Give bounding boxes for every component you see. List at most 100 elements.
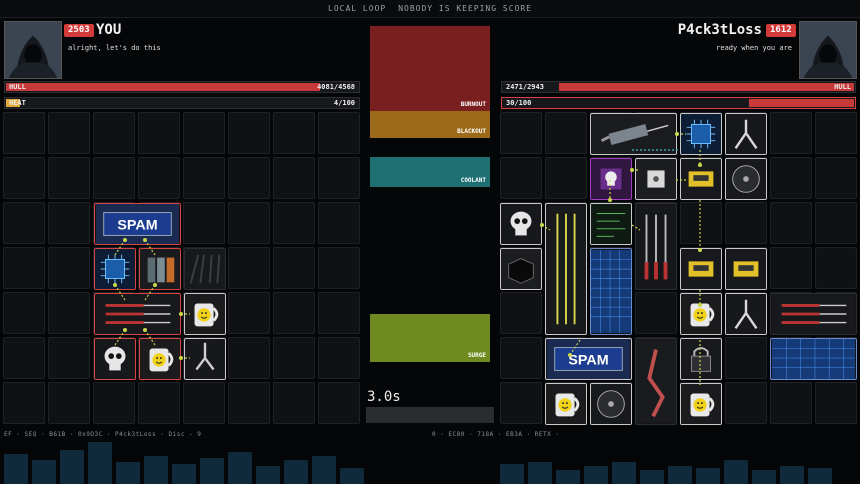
spam-item: SPAM [545,338,632,380]
player-heat-bar: HEAT 4/100 [4,97,360,109]
grid-slot[interactable] [183,112,225,154]
grid-slot[interactable] [48,112,90,154]
grid-slot [635,292,677,334]
grid-slot [815,112,857,154]
player-quote: alright, let's do this [68,44,161,52]
disc-icon [726,159,766,199]
smiley-mug-item [680,293,722,335]
grid-slot[interactable] [48,202,90,244]
grid-slot[interactable] [3,247,45,289]
spam-label: SPAM [117,218,157,234]
grid-slot[interactable] [138,157,180,199]
grid-slot[interactable] [3,292,45,334]
player-hull-bar: HULL 4081/4568 [4,81,360,93]
grid-slot [725,337,767,379]
skull-chip-icon [591,159,631,199]
screwdriver-set-icon [96,294,179,334]
timer-bar [366,407,494,423]
screwdriver-set-icon [772,294,855,334]
black-box-icon [501,249,541,289]
cassette-icon [681,159,721,199]
pliers-icon [726,294,766,334]
mode-label: LOCAL LOOP [328,4,387,13]
grid-slot [500,337,542,379]
burnout-label: BURNOUT [460,101,486,108]
screwdriver-set-item[interactable] [94,293,181,335]
player-heat-value: 4/100 [333,99,355,107]
player-score-badge: 2503 [64,24,94,37]
smiley-mug-icon [546,384,586,424]
screwdriver-rack-icon [636,205,676,288]
opponent-heat-value: 30/100 [506,99,532,107]
grabber-claw-item[interactable] [184,338,226,380]
grid-slot[interactable] [273,202,315,244]
battery-pack-item[interactable] [139,248,181,290]
grid-slot[interactable] [228,157,270,199]
smiley-mug-icon [140,339,180,379]
grid-slot[interactable] [48,247,90,289]
grid-slot[interactable] [273,292,315,334]
grid-slot[interactable] [273,247,315,289]
grid-slot [770,247,812,289]
spam-item[interactable]: SPAM [94,203,181,245]
grid-slot[interactable] [183,202,225,244]
grid-slot[interactable] [318,247,360,289]
grid-slot [770,157,812,199]
grid-slot[interactable] [3,157,45,199]
grid-slot[interactable] [48,337,90,379]
smiley-mug-icon [681,384,721,424]
grid-slot[interactable] [183,157,225,199]
grid-slot[interactable] [3,112,45,154]
grid-slot[interactable] [318,157,360,199]
grid-slot[interactable] [3,382,45,424]
grid-slot[interactable] [93,157,135,199]
grid-slot[interactable] [228,337,270,379]
cpu-chip-item[interactable] [94,248,136,290]
rod-bundle-icon [546,206,586,332]
grid-slot[interactable] [3,337,45,379]
skull-item[interactable] [94,338,136,380]
smiley-mug-item [680,383,722,425]
grid-slot[interactable] [228,292,270,334]
opponent-heat-bar: 30/100 [501,97,856,109]
grid-slot[interactable] [318,382,360,424]
grid-slot[interactable] [183,382,225,424]
grid-slot[interactable] [48,292,90,334]
grid-slot[interactable] [318,112,360,154]
opponent-quote: ready when you are [716,44,792,52]
grid-slot[interactable] [273,337,315,379]
blackout-zone: BLACKOUT [370,111,490,138]
grid-slot[interactable] [138,112,180,154]
grid-slot [500,157,542,199]
round-timer: 3.0s [367,389,401,405]
grid-slot[interactable] [3,202,45,244]
grid-slot[interactable] [318,292,360,334]
grid-slot [815,247,857,289]
player-hull-label: HULL [9,83,26,91]
grid-slot[interactable] [48,382,90,424]
grid-slot [545,157,587,199]
grid-slot[interactable] [93,382,135,424]
player-backpack-grid[interactable] [3,112,360,424]
grid-slot[interactable] [93,112,135,154]
grid-slot[interactable] [273,112,315,154]
grid-slot[interactable] [318,337,360,379]
grid-slot[interactable] [48,157,90,199]
grid-slot[interactable] [318,202,360,244]
grid-slot [770,112,812,154]
smiley-mug-item[interactable] [139,338,181,380]
grid-slot[interactable] [273,157,315,199]
grid-slot[interactable] [138,382,180,424]
grid-slot[interactable] [228,112,270,154]
grid-slot[interactable] [228,202,270,244]
grid-slot[interactable] [273,382,315,424]
grid-slot [725,202,767,244]
grid-slot[interactable] [228,247,270,289]
battery-pack-icon [140,249,180,289]
player-hull-fill [6,83,320,91]
dark-item[interactable] [184,248,226,290]
grid-slot[interactable] [228,382,270,424]
smiley-mug-item[interactable] [184,293,226,335]
blueprint-item [590,248,632,335]
pliers-item [725,113,767,155]
